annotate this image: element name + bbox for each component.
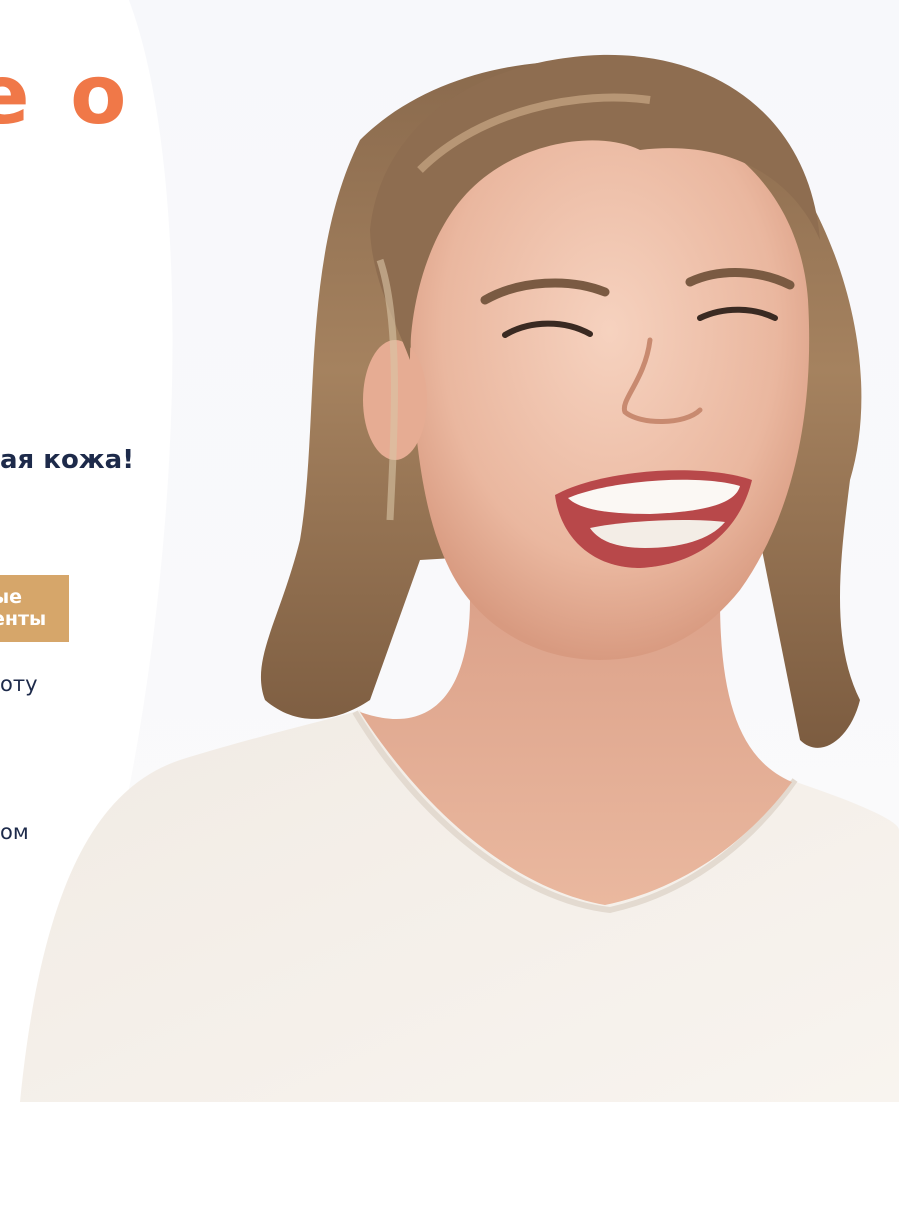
cta-button-label-line2: енты: [0, 608, 47, 630]
face: [410, 111, 810, 661]
hero-headline: е о: [0, 48, 133, 143]
cta-button-label-line1: ые: [0, 586, 23, 608]
hero-subheadline: ая кожа!: [0, 445, 135, 475]
hero-text-line-2: ом: [0, 820, 29, 844]
hero-photo: [20, 54, 899, 1102]
hero-text-line-1: оту: [0, 672, 38, 696]
cta-button[interactable]: ые енты: [0, 575, 69, 642]
